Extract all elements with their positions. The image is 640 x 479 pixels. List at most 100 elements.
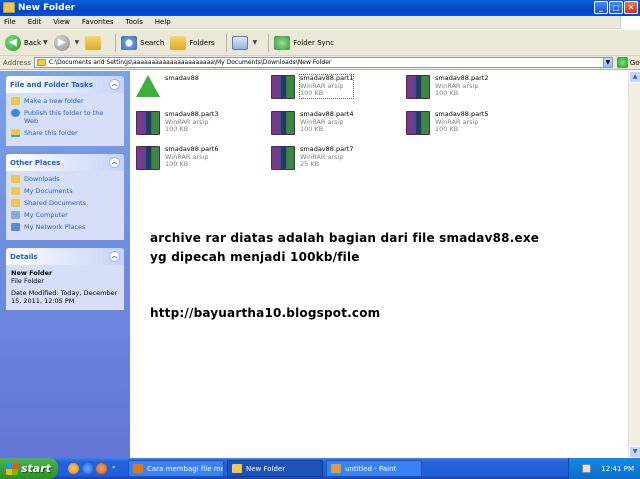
folder-icon bbox=[3, 2, 15, 13]
system-tray: 12:41 PM bbox=[568, 458, 640, 479]
file-item[interactable]: smadav88.part6 WinRAR arsip 100 KB bbox=[136, 145, 218, 170]
task-make-new-folder[interactable]: Make a new folder bbox=[11, 97, 119, 105]
file-item[interactable]: smadav88.part3 WinRAR arsip 100 KB bbox=[136, 110, 218, 135]
forward-button[interactable]: ▶ ▼ bbox=[53, 34, 79, 51]
forward-arrow-icon: ▶ bbox=[53, 34, 70, 51]
annotation-text-line2: yg dipecah menjadi 100kb/file bbox=[150, 250, 360, 264]
place-downloads[interactable]: Downloads bbox=[11, 175, 119, 183]
menu-favorites[interactable]: Favorites bbox=[82, 18, 114, 26]
network-icon bbox=[11, 223, 20, 231]
ie-icon[interactable] bbox=[82, 463, 93, 474]
maximize-button[interactable]: □ bbox=[609, 1, 623, 14]
firefox-icon bbox=[133, 464, 143, 473]
taskbar-item-new-folder[interactable]: New Folder bbox=[227, 460, 323, 477]
quicklaunch-expand-icon[interactable]: » bbox=[112, 464, 116, 471]
computer-icon bbox=[11, 211, 20, 219]
folders-button[interactable]: Folders bbox=[170, 35, 215, 50]
quicklaunch-icon[interactable] bbox=[68, 463, 79, 474]
tray-icon[interactable] bbox=[582, 464, 592, 473]
clock: 12:41 PM bbox=[601, 464, 634, 473]
file-item[interactable]: smadav88.part2 WinRAR arsip 100 KB bbox=[406, 74, 488, 99]
panel-header[interactable]: File and Folder Tasks ︿ bbox=[6, 76, 124, 93]
scroll-down-icon[interactable]: ▼ bbox=[629, 446, 640, 458]
winrar-icon bbox=[271, 75, 295, 99]
place-shared-documents[interactable]: Shared Documents bbox=[11, 199, 119, 207]
collapse-chevron-icon[interactable]: ︿ bbox=[109, 79, 120, 90]
go-arrow-icon bbox=[616, 57, 628, 68]
toolbar-divider bbox=[268, 33, 270, 52]
views-button[interactable]: ▼ bbox=[231, 35, 257, 50]
winrar-icon bbox=[136, 111, 160, 135]
task-pane: File and Folder Tasks ︿ Make a new folde… bbox=[0, 71, 130, 458]
menu-file[interactable]: File bbox=[4, 18, 16, 26]
annotation-text-line1: archive rar diatas adalah bagian dari fi… bbox=[150, 231, 540, 245]
minimize-button[interactable]: _ bbox=[594, 1, 608, 14]
winrar-icon bbox=[271, 111, 295, 135]
task-share-folder[interactable]: Share this folder bbox=[11, 129, 119, 137]
file-item[interactable]: smadav88.part4 WinRAR arsip 100 KB bbox=[271, 110, 353, 135]
search-button[interactable]: Search bbox=[121, 35, 164, 50]
folder-icon bbox=[11, 175, 20, 183]
globe-icon bbox=[11, 109, 20, 117]
collapse-chevron-icon[interactable]: ︿ bbox=[109, 157, 120, 168]
address-dropdown-button[interactable]: ▼ bbox=[602, 57, 613, 68]
close-button[interactable]: ✕ bbox=[624, 1, 638, 14]
menu-view[interactable]: View bbox=[53, 18, 70, 26]
toolbar-divider bbox=[225, 33, 227, 52]
address-bar: Address C:\Documents and Settings\aaaaaa… bbox=[0, 56, 640, 70]
folder-icon bbox=[232, 464, 242, 473]
search-icon bbox=[121, 35, 138, 50]
taskbar-item-paint[interactable]: untitled - Paint bbox=[326, 460, 422, 477]
annotation-url: http://bayuartha10.blogspot.com bbox=[150, 306, 381, 320]
go-button[interactable]: Go bbox=[616, 57, 640, 68]
task-publish-web[interactable]: Publish this folder to the Web bbox=[11, 109, 119, 125]
menu-help[interactable]: Help bbox=[155, 18, 171, 26]
up-button[interactable] bbox=[85, 35, 104, 50]
file-item[interactable]: smadav88.part5 WinRAR arsip 100 KB bbox=[406, 110, 488, 135]
details-type: File Folder bbox=[11, 277, 45, 285]
menu-edit[interactable]: Edit bbox=[28, 18, 42, 26]
folder-up-icon bbox=[85, 35, 102, 50]
details-name: New Folder bbox=[11, 269, 53, 277]
windows-logo-icon bbox=[620, 16, 640, 29]
file-item[interactable]: smadav88 bbox=[136, 74, 199, 99]
address-field[interactable]: C:\Documents and Settings\aaaaaaaaaaaaaa… bbox=[33, 57, 604, 68]
folders-icon bbox=[170, 35, 187, 50]
folder-sync-button[interactable]: Folder Sync bbox=[274, 35, 334, 50]
folder-icon bbox=[36, 59, 46, 66]
menu-tools[interactable]: Tools bbox=[126, 18, 143, 26]
address-path: C:\Documents and Settings\aaaaaaaaaaaaaa… bbox=[48, 59, 332, 66]
window-title: New Folder bbox=[18, 3, 76, 13]
start-button[interactable]: start bbox=[0, 458, 58, 479]
collapse-chevron-icon[interactable]: ︿ bbox=[109, 251, 120, 262]
taskbar: start » Cara membagi file me... New Fold… bbox=[0, 458, 640, 479]
file-item[interactable]: smadav88.part1 WinRAR arsip 100 KB bbox=[271, 74, 355, 99]
details-panel: Details ︿ New Folder File Folder Date Mo… bbox=[6, 248, 124, 310]
folder-icon bbox=[11, 187, 20, 195]
winrar-icon bbox=[136, 146, 160, 170]
share-folder-icon bbox=[11, 129, 20, 137]
vertical-scrollbar[interactable]: ▲ ▼ bbox=[628, 71, 640, 458]
winrar-icon bbox=[406, 111, 430, 135]
file-view: smadav88 smadav88.part1 WinRAR arsip 100 K… bbox=[130, 71, 628, 458]
scroll-up-icon[interactable]: ▲ bbox=[629, 71, 640, 83]
place-my-documents[interactable]: My Documents bbox=[11, 187, 119, 195]
place-my-network-places[interactable]: My Network Places bbox=[11, 223, 119, 231]
smadav-icon bbox=[136, 75, 160, 99]
taskbar-item-browser[interactable]: Cara membagi file me... bbox=[128, 460, 224, 477]
winrar-icon bbox=[406, 75, 430, 99]
title-bar[interactable]: New Folder _ □ ✕ bbox=[0, 0, 640, 16]
menu-bar: File Edit View Favorites Tools Help bbox=[0, 16, 640, 29]
sync-icon bbox=[274, 35, 291, 50]
toolbar-divider bbox=[115, 33, 117, 52]
address-label: Address bbox=[3, 58, 31, 67]
firefox-icon[interactable] bbox=[96, 463, 107, 474]
panel-header[interactable]: Other Places ︿ bbox=[6, 154, 124, 171]
place-my-computer[interactable]: My Computer bbox=[11, 211, 119, 219]
file-item[interactable]: smadav88.part7 WinRAR arsip 25 KB bbox=[271, 145, 353, 170]
toolbar: ◀ Back ▼ ▶ ▼ Search Folders ▼ Folder Sync bbox=[0, 30, 640, 56]
back-button[interactable]: ◀ Back ▼ bbox=[5, 34, 48, 51]
panel-header[interactable]: Details ︿ bbox=[6, 248, 124, 265]
views-icon bbox=[231, 35, 248, 50]
paint-icon bbox=[331, 464, 341, 473]
